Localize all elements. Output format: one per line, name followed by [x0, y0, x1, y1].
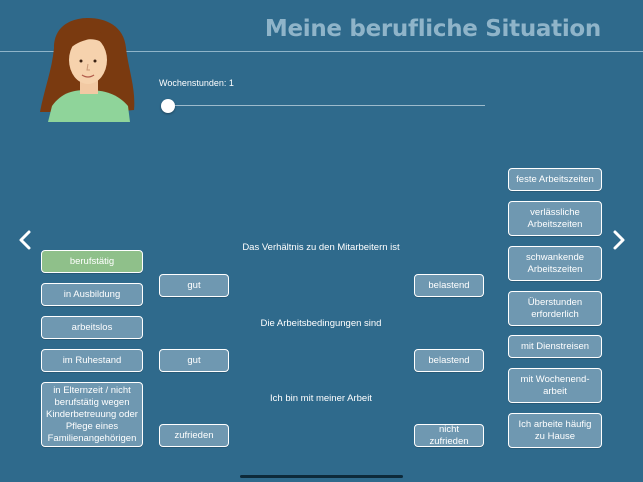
condition-dienstreisen[interactable]: mit Dienstreisen: [508, 335, 602, 358]
slider-track: [167, 105, 485, 106]
condition-schwankende-arbeitszeiten[interactable]: schwankende Arbeitszeiten: [508, 246, 602, 281]
condition-wochenendarbeit[interactable]: mit Wochenend-arbeit: [508, 368, 602, 403]
condition-ueberstunden[interactable]: Überstunden erforderlich: [508, 291, 602, 326]
condition-verlaessliche-arbeitszeiten[interactable]: verlässliche Arbeitszeiten: [508, 201, 602, 236]
status-option-ausbildung[interactable]: in Ausbildung: [41, 283, 143, 306]
slider-thumb[interactable]: [161, 99, 175, 113]
hours-label: Wochenstunden: 1: [159, 78, 234, 88]
rating-arbeitsbedingungen-left[interactable]: gut: [159, 349, 229, 372]
chevron-right-icon[interactable]: [609, 228, 629, 252]
rating-zufriedenheit-left[interactable]: zufrieden: [159, 424, 229, 447]
rating-mitarbeiter-left[interactable]: gut: [159, 274, 229, 297]
rating-mitarbeiter-right[interactable]: belastend: [414, 274, 484, 297]
rating-arbeitsbedingungen-right[interactable]: belastend: [414, 349, 484, 372]
status-option-berufstaetig[interactable]: berufstätig: [41, 250, 143, 273]
condition-feste-arbeitszeiten[interactable]: feste Arbeitszeiten: [508, 168, 602, 191]
hours-slider[interactable]: [159, 97, 485, 115]
status-option-elternzeit[interactable]: in Elternzeit / nicht berufstätig wegen …: [41, 382, 143, 447]
question-arbeitsbedingungen: Die Arbeitsbedingungen sind: [260, 318, 382, 329]
status-option-arbeitslos[interactable]: arbeitslos: [41, 316, 143, 339]
avatar: [40, 18, 136, 122]
rating-zufriedenheit-right[interactable]: nicht zufrieden: [414, 424, 484, 447]
condition-homeoffice[interactable]: Ich arbeite häufig zu Hause: [508, 413, 602, 448]
page-title: Meine berufliche Situation: [264, 16, 601, 42]
chevron-left-icon[interactable]: [15, 228, 35, 252]
question-mitarbeiter: Das Verhältnis zu den Mitarbeitern ist: [242, 242, 400, 253]
question-zufriedenheit: Ich bin mit meiner Arbeit: [270, 393, 372, 404]
home-indicator[interactable]: [240, 475, 403, 478]
status-option-ruhestand[interactable]: im Ruhestand: [41, 349, 143, 372]
